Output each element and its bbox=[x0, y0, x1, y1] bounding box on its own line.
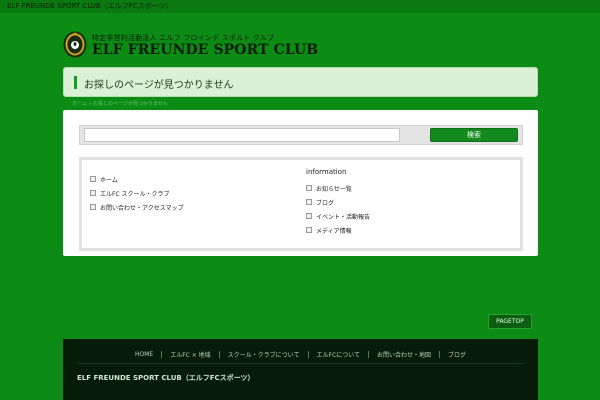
search-form: 検索 bbox=[79, 125, 523, 145]
pagetop-button[interactable]: PAGETOP bbox=[488, 314, 532, 329]
sitemap-link[interactable]: ホーム bbox=[90, 172, 184, 186]
logo-title: ELF FREUNDE SPORT CLUB bbox=[92, 42, 319, 58]
search-input[interactable] bbox=[84, 128, 400, 142]
sitemap-link-label: イベント・活動報告 bbox=[316, 213, 371, 221]
club-emblem-icon bbox=[63, 31, 87, 58]
sitemap-link[interactable]: メディア情報 bbox=[306, 223, 370, 237]
top-bar-site-name[interactable]: ELF FREUNDE SPORT CLUB（エルフFCスポーツ） bbox=[7, 1, 172, 11]
bullet-icon bbox=[306, 199, 312, 205]
footer-nav-item[interactable]: エルFCについて bbox=[309, 350, 368, 359]
bullet-icon bbox=[90, 176, 96, 182]
search-button[interactable]: 検索 bbox=[430, 128, 518, 142]
sitemap-link[interactable]: エルFC スクール・クラブ bbox=[90, 186, 184, 200]
top-bar: ELF FREUNDE SPORT CLUB（エルフFCスポーツ） bbox=[0, 0, 600, 13]
sitemap-link[interactable]: お知らせ一覧 bbox=[306, 181, 370, 195]
footer-divider bbox=[77, 363, 524, 364]
sitemap-link-label: メディア情報 bbox=[316, 227, 352, 235]
footer-nav-item[interactable]: スクール・クラブについて bbox=[220, 350, 308, 359]
page-title: お探しのページが見つかりません bbox=[84, 80, 234, 91]
main-content: 検索 ホーム エルFC スクール・クラブ お問い合わせ・アクセスマップ info… bbox=[63, 110, 538, 256]
sitemap-link[interactable]: イベント・活動報告 bbox=[306, 209, 370, 223]
bullet-icon bbox=[306, 213, 312, 219]
bullet-icon bbox=[90, 204, 96, 210]
footer: HOME エルFC × 地域 スクール・クラブについて エルFCについて お問い… bbox=[63, 339, 538, 400]
footer-nav-item[interactable]: ブログ bbox=[440, 350, 474, 359]
sitemap-link-label: お知らせ一覧 bbox=[316, 185, 352, 193]
sitemap-link[interactable]: ブログ bbox=[306, 195, 370, 209]
footer-nav-home[interactable]: HOME bbox=[127, 351, 161, 358]
footer-nav-item[interactable]: エルFC × 地域 bbox=[162, 350, 218, 359]
sitemap-link-label: ブログ bbox=[316, 199, 335, 207]
bullet-icon bbox=[306, 227, 312, 233]
site-logo[interactable]: 特定非営利活動法人 エルフ フロインデ スポルト クルブ ELF FREUNDE… bbox=[63, 31, 318, 59]
sitemap-right-column: information お知らせ一覧 ブログ イベント・活動報告 メディア情報 bbox=[306, 168, 370, 237]
bullet-icon bbox=[306, 185, 312, 191]
footer-nav-item[interactable]: お問い合わせ・地図 bbox=[369, 350, 439, 359]
sitemap: ホーム エルFC スクール・クラブ お問い合わせ・アクセスマップ informa… bbox=[79, 157, 523, 251]
title-accent-bar bbox=[74, 76, 77, 89]
sitemap-link[interactable]: お問い合わせ・アクセスマップ bbox=[90, 200, 184, 214]
footer-nav: HOME エルFC × 地域 スクール・クラブについて エルFCについて お問い… bbox=[63, 348, 538, 360]
breadcrumb[interactable]: ホーム » お探しのページが見つかりません bbox=[72, 100, 168, 107]
sitemap-link-label: ホーム bbox=[100, 176, 118, 184]
footer-site-name: ELF FREUNDE SPORT CLUB（エルフFCスポーツ） bbox=[77, 374, 255, 382]
sitemap-left-column: ホーム エルFC スクール・クラブ お問い合わせ・アクセスマップ bbox=[90, 172, 184, 214]
sitemap-link-label: エルFC スクール・クラブ bbox=[100, 190, 170, 198]
sitemap-heading[interactable]: information bbox=[306, 168, 370, 178]
sitemap-link-label: お問い合わせ・アクセスマップ bbox=[100, 204, 184, 212]
page-title-bar: お探しのページが見つかりません bbox=[63, 67, 538, 97]
bullet-icon bbox=[90, 190, 96, 196]
